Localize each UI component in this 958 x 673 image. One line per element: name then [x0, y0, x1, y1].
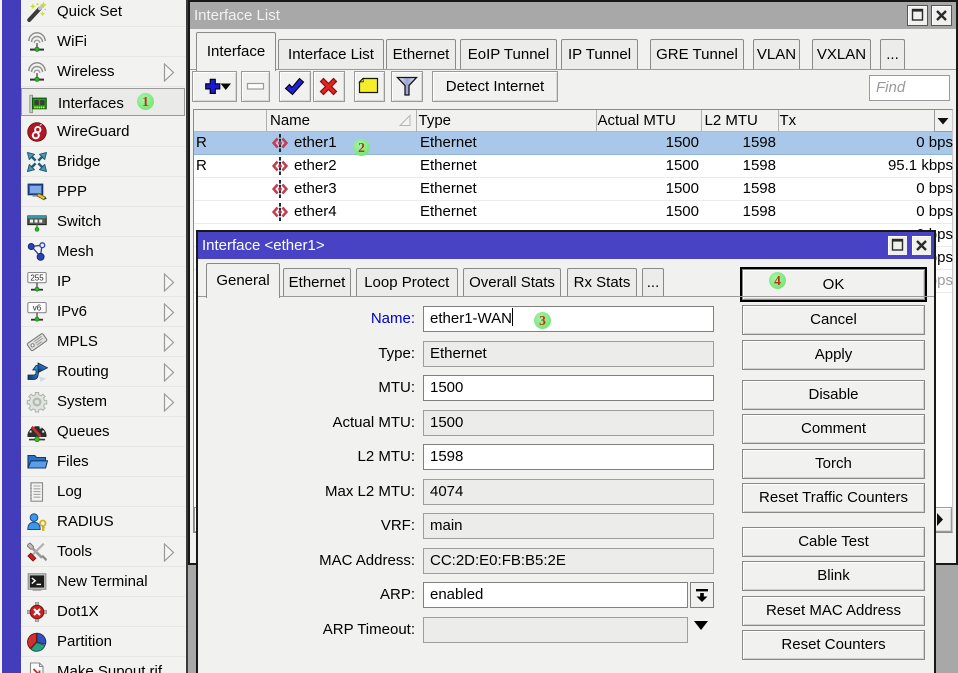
svg-text:v6: v6 [33, 304, 42, 313]
svg-text:255: 255 [30, 274, 44, 283]
